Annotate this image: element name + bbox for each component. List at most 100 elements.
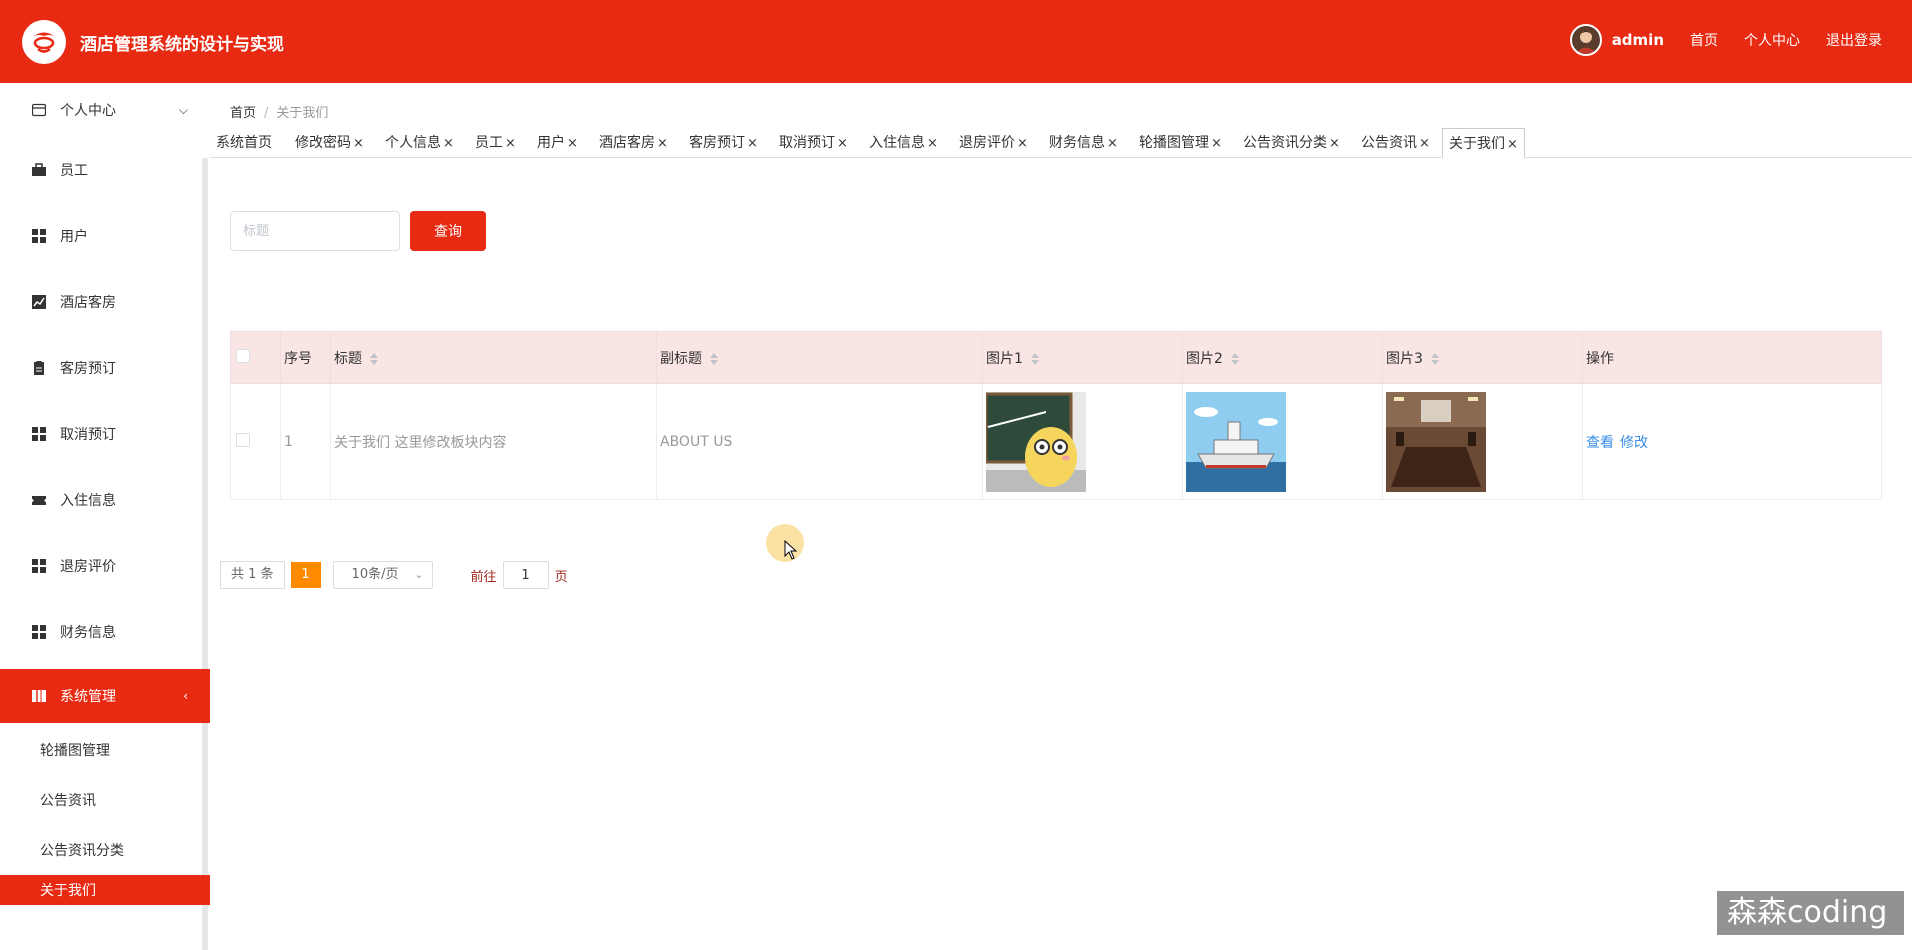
tab-label: 酒店客房 [599,135,655,151]
submenu-item-about-us[interactable]: 关于我们 [0,875,210,905]
header-index: 序号 [280,331,331,384]
submenu-item-news-category[interactable]: 公告资讯分类 [0,826,210,874]
avatar[interactable] [1569,24,1602,56]
close-icon[interactable]: × [443,136,454,151]
tab-label: 轮播图管理 [1139,135,1209,151]
tab-about-us[interactable]: 关于我们 × [1442,128,1525,158]
page-number-current[interactable]: 1 [290,562,321,588]
sort-icon[interactable] [1230,352,1239,365]
sidebar-item-room-booking[interactable]: 客房预订 [0,341,210,395]
sidebar-item-label: 客房预订 [60,361,116,377]
goto-page-input[interactable] [502,561,549,589]
header-label: 标题 [334,350,362,367]
profile-link[interactable]: 个人中心 [1744,30,1800,50]
submenu-item-carousel[interactable]: 轮播图管理 [0,726,210,774]
header-title[interactable]: 标题 [330,331,657,384]
cell-title: 关于我们 这里修改板块内容 [330,383,657,500]
close-icon[interactable]: × [837,136,848,151]
close-icon[interactable]: × [567,136,578,151]
close-icon[interactable]: × [1211,136,1222,151]
close-icon[interactable]: × [1329,136,1340,151]
header-label: 图片3 [1386,350,1423,367]
cartoon-chalkboard-image[interactable] [986,391,1086,492]
search-input[interactable] [230,211,400,251]
sort-icon[interactable] [1430,352,1439,365]
tab-hotel-rooms[interactable]: 酒店客房 × [593,128,674,158]
view-link[interactable]: 查看 [1586,435,1614,451]
tab-bar: 系统首页 修改密码 × 个人信息 × 员工 × 用户 × 酒店客房 × 客房预订 × 取消预… [210,128,1912,158]
table-header-row: 序号 标题 副标题 图片1 图片2 图片3 操作 [230,331,1882,384]
search-button[interactable]: 查询 [410,211,486,251]
sidebar-item-label: 退房评价 [60,559,116,575]
sort-icon[interactable] [370,352,378,365]
ship-image[interactable] [1186,391,1286,492]
header-image1[interactable]: 图片1 [982,331,1183,384]
page-size-select[interactable]: 10条/页 ⌄ [332,561,433,589]
tab-cancel-booking[interactable]: 取消预订 × [773,128,854,158]
breadcrumb: 首页 / 关于我们 [230,102,328,121]
home-link[interactable]: 首页 [1690,30,1718,50]
close-icon[interactable]: × [747,136,758,151]
close-icon[interactable]: × [505,136,516,151]
header-label: 操作 [1586,350,1614,367]
cell-actions: 查看 修改 [1582,383,1882,500]
sort-icon[interactable] [1030,352,1039,365]
logout-link[interactable]: 退出登录 [1826,30,1882,50]
sidebar-item-label: 入住信息 [60,493,116,509]
sidebar-item-users[interactable]: 用户 [0,209,210,263]
tab-room-booking[interactable]: 客房预订 × [683,128,764,158]
tab-news-category[interactable]: 公告资讯分类 × [1237,128,1346,158]
tab-carousel[interactable]: 轮播图管理 × [1133,128,1228,158]
sidebar-item-profile[interactable]: 个人中心 ⌵ [0,83,210,137]
sidebar-item-checkin-info[interactable]: 入住信息 [0,473,210,527]
user-name: admin [1611,31,1664,49]
grid-icon [32,427,46,441]
sidebar-item-checkout-review[interactable]: 退房评价 [0,539,210,593]
tab-label: 用户 [537,135,565,151]
tab-change-password[interactable]: 修改密码 × [289,128,370,158]
breadcrumb-home[interactable]: 首页 [230,106,256,121]
header-image3[interactable]: 图片3 [1382,331,1583,384]
grid-icon [32,559,46,573]
close-icon[interactable]: × [353,136,364,151]
row-checkbox[interactable] [236,432,250,447]
logo [22,20,66,64]
sidebar-item-label: 个人中心 [60,103,116,119]
tab-users[interactable]: 用户 × [531,128,584,158]
sidebar-item-staff[interactable]: 员工 [0,143,210,197]
tab-checkin-info[interactable]: 入住信息 × [863,128,944,158]
close-icon[interactable]: × [1107,136,1118,151]
close-icon[interactable]: × [1419,136,1430,151]
close-icon[interactable]: × [657,136,668,151]
sidebar-item-label: 取消预订 [60,427,116,443]
tab-checkout-review[interactable]: 退房评价 × [953,128,1034,158]
tab-personal-info[interactable]: 个人信息 × [379,128,460,158]
close-icon[interactable]: × [1017,136,1028,151]
grid-icon [32,625,46,639]
sidebar-item-hotel-rooms[interactable]: 酒店客房 [0,275,210,329]
header-label: 图片2 [1186,350,1223,367]
sidebar: 个人中心 ⌵ 员工 用户 酒店客房 客房预订 取消预订 入住信息 退房评价 财务… [0,83,210,950]
select-all-header [230,331,281,384]
close-icon[interactable]: × [927,136,938,151]
header-image2[interactable]: 图片2 [1182,331,1383,384]
sidebar-item-cancel-booking[interactable]: 取消预订 [0,407,210,461]
grid-icon [32,229,46,243]
watermark: 森森coding [1717,891,1904,935]
submenu-item-news[interactable]: 公告资讯 [0,776,210,824]
meeting-room-image[interactable] [1386,391,1486,492]
tab-staff[interactable]: 员工 × [469,128,522,158]
tab-finance[interactable]: 财务信息 × [1043,128,1124,158]
close-icon[interactable]: × [1507,137,1518,152]
pagination-total: 共 1 条 [220,561,285,589]
tab-label: 取消预订 [779,135,835,151]
tab-news[interactable]: 公告资讯 × [1355,128,1436,158]
chevron-down-icon: ⌵ [178,102,188,117]
header-subtitle[interactable]: 副标题 [656,331,983,384]
tab-home[interactable]: 系统首页 [210,128,278,158]
edit-link[interactable]: 修改 [1620,435,1648,451]
sort-icon[interactable] [710,352,718,365]
select-all-checkbox[interactable] [236,348,250,363]
sidebar-item-finance[interactable]: 财务信息 [0,605,210,659]
sidebar-item-system[interactable]: 系统管理 ‹ [0,669,210,723]
